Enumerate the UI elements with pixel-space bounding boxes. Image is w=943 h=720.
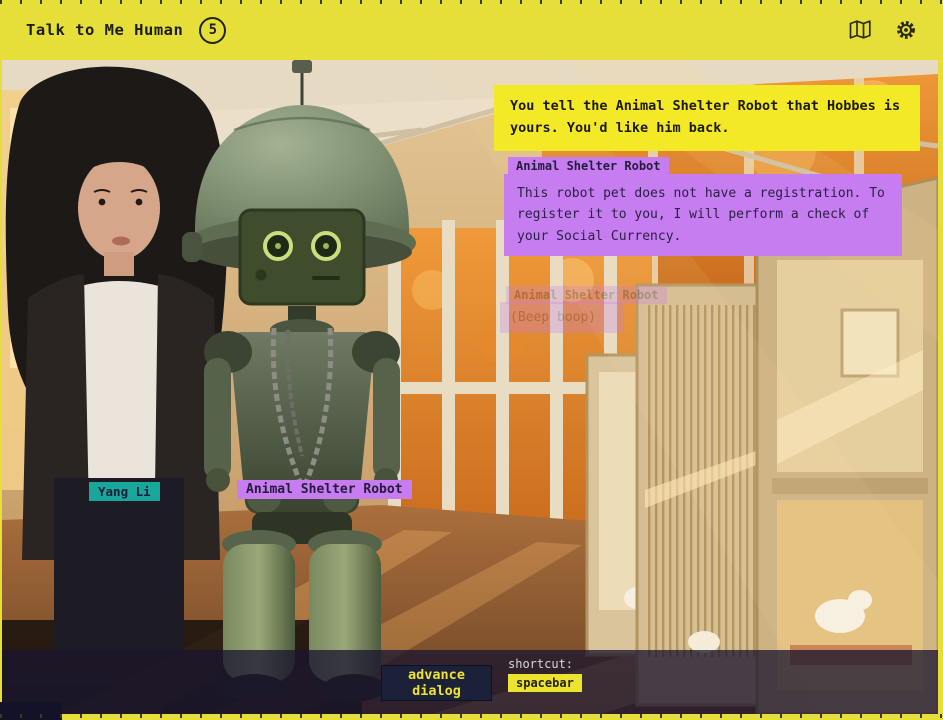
header-bar: Talk to Me Human 5 <box>0 0 943 60</box>
dialog-text-box: This robot pet does not have a registrat… <box>504 174 902 256</box>
shortcut-hint: shortcut: spacebar <box>508 657 582 692</box>
gear-icon[interactable] <box>895 19 917 41</box>
game-title: Talk to Me Human <box>26 21 183 39</box>
shortcut-key-badge: spacebar <box>508 674 582 692</box>
dialog-speaker-label: Animal Shelter Robot <box>508 157 669 175</box>
character-tag-animal-shelter-robot: Animal Shelter Robot <box>237 480 412 499</box>
footer-bar: advance dialog shortcut: spacebar <box>2 650 938 714</box>
character-tag-yang-li: Yang Li <box>89 482 160 501</box>
advance-dialog-button[interactable]: advance dialog <box>381 665 492 701</box>
shortcut-label: shortcut: <box>508 657 582 671</box>
film-perforation-top <box>0 0 943 4</box>
map-icon[interactable] <box>849 19 871 41</box>
previous-dialog-speaker-label: Animal Shelter Robot <box>506 286 667 304</box>
narration-box: You tell the Animal Shelter Robot that H… <box>494 85 920 151</box>
previous-dialog-text-box: (Beep boop) <box>500 302 624 333</box>
film-perforation-bottom <box>0 714 943 718</box>
scene-image <box>2 60 938 714</box>
turn-counter-badge: 5 <box>199 17 226 44</box>
game-page: { "header": { "title": "Talk to Me Human… <box>0 0 943 720</box>
